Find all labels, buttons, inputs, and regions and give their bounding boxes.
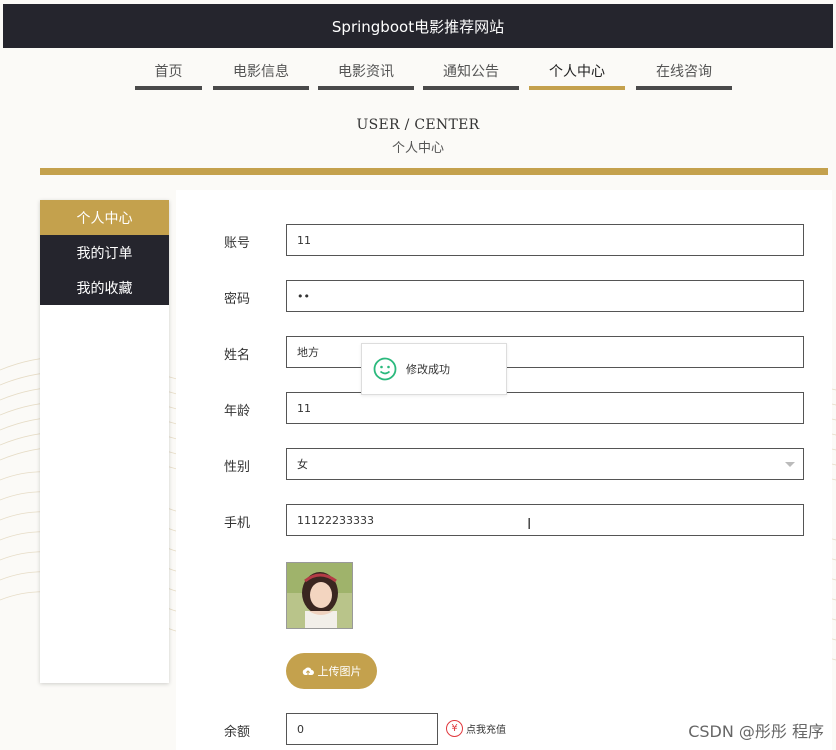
avatar-photo [287,563,352,628]
section-divider [40,168,828,175]
gender-select[interactable]: 女 [286,448,804,480]
account-field[interactable] [286,224,804,256]
nav-item-underline [529,86,625,90]
nav-item-label: 电影资讯 [338,64,394,80]
name-label: 姓名 [224,348,251,363]
sidebar-item-my-favorites[interactable]: 我的收藏 [40,270,169,305]
watermark: CSDN @彤彤 程序 [688,722,824,741]
age-label: 年龄 [224,404,251,419]
phone-field[interactable] [286,504,804,536]
recharge-link[interactable]: ¥ 点我充值 [446,720,506,737]
nav-item-home[interactable]: 首页 [135,48,202,94]
nav-item-underline [636,86,732,90]
password-field[interactable]: •• [286,280,804,312]
age-field[interactable] [286,392,804,424]
page-heading-en: USER / CENTER [356,117,480,133]
gender-value: 女 [297,458,308,471]
form-row-account: 账号 [176,224,832,256]
sidebar-item-user-center[interactable]: 个人中心 [40,200,169,235]
form-row-password: 密码 •• [176,280,832,312]
cloud-upload-icon [302,666,314,675]
site-title: Springboot电影推荐网站 [331,17,505,36]
password-value: •• [297,289,310,303]
nav-item-announcements[interactable]: 通知公告 [423,48,519,94]
site-header: Springboot电影推荐网站 [3,4,833,48]
nav-item-movie-info[interactable]: 电影信息 [213,48,309,94]
balance-label: 余额 [224,725,251,740]
nav-item-online-consult[interactable]: 在线咨询 [636,48,732,94]
form-row-age: 年龄 [176,392,832,424]
text-cursor-icon: I [527,515,532,533]
form-row-gender: 性别 女 [176,448,832,480]
user-sidebar: 个人中心 我的订单 我的收藏 [40,200,169,683]
page-heading-zh: 个人中心 [391,141,444,156]
account-label: 账号 [224,236,251,251]
profile-form-panel: 账号 密码 •• 姓名 年龄 性别 女 手机 I [176,190,832,750]
phone-label: 手机 [224,516,251,531]
nav-item-underline [135,86,202,90]
nav-item-label: 通知公告 [443,64,499,80]
upload-image-label: 上传图片 [317,665,362,678]
success-toast: 修改成功 [361,343,507,395]
phone-input[interactable] [297,505,793,535]
nav-item-user-center[interactable]: 个人中心 [529,48,625,94]
password-label: 密码 [224,292,251,307]
page-heading: USER / CENTER 个人中心 [0,117,836,156]
recharge-label: 点我充值 [466,725,506,736]
nav-item-movie-news[interactable]: 电影资讯 [318,48,414,94]
account-input[interactable] [297,225,793,255]
sidebar-item-my-orders[interactable]: 我的订单 [40,235,169,270]
toast-message: 修改成功 [406,363,450,376]
chevron-down-icon [785,462,795,467]
nav-item-underline [423,86,519,90]
nav-item-underline [213,86,309,90]
balance-value: 0 [297,722,304,736]
avatar [286,562,353,629]
nav-item-label: 个人中心 [549,64,605,80]
balance-field[interactable]: 0 [286,713,438,745]
upload-image-button[interactable]: 上传图片 [286,653,377,689]
nav-item-label: 在线咨询 [656,64,712,80]
yen-icon: ¥ [446,720,463,737]
nav-item-label: 电影信息 [233,64,289,80]
form-row-phone: 手机 [176,504,832,536]
nav-item-underline [318,86,414,90]
main-nav: 首页 电影信息 电影资讯 通知公告 个人中心 在线咨询 [0,48,836,94]
smile-icon [373,357,397,381]
gender-label: 性别 [224,460,251,475]
age-input[interactable] [297,393,793,423]
nav-item-label: 首页 [154,64,183,80]
